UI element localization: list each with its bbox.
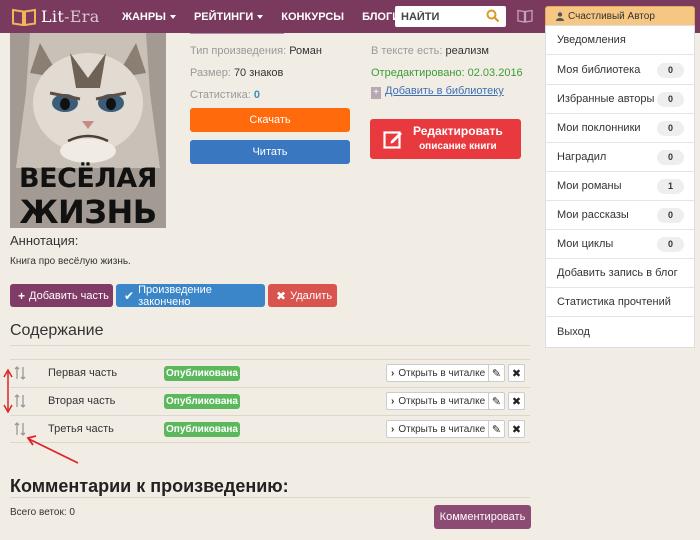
sidebar-item-add-blog-post[interactable]: Добавить запись в блог	[546, 259, 694, 288]
caret-down-icon	[257, 14, 264, 19]
work-size: Размер: 70 знаков	[190, 67, 284, 79]
divider	[10, 345, 530, 346]
book-logo-icon	[12, 8, 36, 26]
delete-chapter-button[interactable]: ✖	[508, 420, 525, 438]
stats-link[interactable]: 0	[254, 89, 260, 101]
edit-chapter-button[interactable]: ✎	[488, 420, 505, 438]
book-icon[interactable]	[517, 9, 533, 23]
count-badge: 0	[657, 150, 684, 165]
open-in-reader-button[interactable]: › Открыть в читалке	[386, 420, 492, 438]
sidebar-item-fans[interactable]: Мои поклонники 0	[546, 114, 694, 143]
plus-icon: +	[18, 288, 26, 303]
annotation-heading: Аннотация:	[10, 233, 79, 248]
site-logo[interactable]: Lit-Era	[12, 7, 122, 26]
book-cover: ВЕСЁЛАЯ ЖИЗНЬ	[10, 33, 166, 228]
chevron-right-icon: ›	[391, 395, 395, 407]
search-icon[interactable]	[486, 9, 500, 23]
annotation-text: Книга про весёлую жизнь.	[10, 256, 131, 267]
add-part-button[interactable]: + Добавить часть	[10, 284, 113, 307]
read-button[interactable]: Читать	[190, 140, 350, 164]
cover-title-line1: ВЕСЁЛАЯ	[19, 163, 157, 194]
sidebar-item-awarded[interactable]: Наградил 0	[546, 143, 694, 172]
pencil-icon: ✎	[491, 367, 502, 380]
text-contains: В тексте есть: реализм	[371, 45, 489, 57]
open-in-reader-button[interactable]: › Открыть в читалке	[386, 392, 492, 410]
chevron-right-icon: ›	[391, 367, 395, 379]
user-icon	[556, 12, 564, 21]
check-icon: ✔	[124, 288, 135, 303]
divider	[10, 497, 530, 498]
user-sidebar-menu: Уведомления Моя библиотека 0 Избранные ав…	[545, 25, 695, 348]
brand-name: Lit-Era	[41, 7, 100, 26]
cover-title-line2: ЖИЗНЬ	[19, 193, 157, 228]
plus-icon: +	[371, 87, 381, 99]
open-in-reader-button[interactable]: › Открыть в читалке	[386, 364, 492, 382]
comments-heading: Комментарии к произведению:	[10, 476, 289, 496]
delete-chapter-button[interactable]: ✖	[508, 392, 525, 410]
status-badge: Опубликована	[164, 394, 240, 409]
edit-icon	[383, 131, 402, 149]
count-badge: 0	[657, 121, 684, 136]
sidebar-item-notifications[interactable]: Уведомления	[546, 26, 694, 55]
mark-finished-button[interactable]: ✔ Произведение закончено	[116, 284, 265, 308]
sidebar-item-favorite-authors[interactable]: Избранные авторы 0	[546, 85, 694, 114]
comment-button[interactable]: Комментировать	[434, 505, 531, 529]
delete-chapter-button[interactable]: ✖	[508, 364, 525, 382]
status-badge: Опубликована	[164, 366, 240, 381]
close-icon: ✖	[511, 395, 522, 408]
pencil-icon: ✎	[491, 395, 502, 408]
user-menu-button[interactable]: Счастливый Автор	[545, 6, 695, 27]
edit-description-button[interactable]: Редактировать описание книги	[370, 119, 521, 159]
count-badge: 0	[657, 237, 684, 252]
contents-heading: Содержание	[10, 322, 104, 339]
sidebar-item-my-novels[interactable]: Мои романы 1	[546, 172, 694, 201]
edit-chapter-button[interactable]: ✎	[488, 392, 505, 410]
count-badge: 1	[657, 179, 684, 194]
count-badge: 0	[657, 63, 684, 78]
count-badge: 0	[657, 208, 684, 223]
chevron-right-icon: ›	[391, 423, 395, 435]
cut-off-link	[190, 33, 284, 34]
pencil-icon: ✎	[491, 423, 502, 436]
work-stats: Статистика: 0	[190, 89, 261, 101]
edit-chapter-button[interactable]: ✎	[488, 364, 505, 382]
work-type: Тип произведения: Роман	[190, 45, 322, 57]
sidebar-item-logout[interactable]: Выход	[546, 317, 694, 346]
caret-down-icon	[169, 14, 176, 19]
close-icon: ✖	[511, 423, 522, 436]
sidebar-item-library[interactable]: Моя библиотека 0	[546, 56, 694, 85]
add-to-library-link[interactable]: + Добавить в библиотеку	[371, 85, 504, 99]
close-icon: ✖	[276, 288, 287, 303]
sidebar-item-read-stats[interactable]: Статистика прочтений	[546, 288, 694, 317]
delete-button[interactable]: ✖ Удалить	[268, 284, 337, 307]
nav-contests[interactable]: КОНКУРСЫ	[281, 11, 344, 23]
sidebar-item-my-series[interactable]: Мои циклы 0	[546, 230, 694, 259]
close-icon: ✖	[511, 367, 522, 380]
status-badge: Опубликована	[164, 422, 240, 437]
annotation-arrows	[3, 368, 79, 464]
sidebar-item-my-stories[interactable]: Мои рассказы 0	[546, 201, 694, 230]
threads-count: Всего веток: 0	[10, 507, 75, 518]
edited-date: Отредактировано: 02.03.2016	[371, 67, 523, 79]
download-button[interactable]: Скачать	[190, 108, 350, 132]
search-box	[395, 6, 506, 27]
nav-ratings[interactable]: РЕЙТИНГИ	[194, 11, 264, 23]
search-input[interactable]	[401, 10, 481, 23]
nav-genres[interactable]: ЖАНРЫ	[122, 11, 176, 23]
count-badge: 0	[657, 92, 684, 107]
